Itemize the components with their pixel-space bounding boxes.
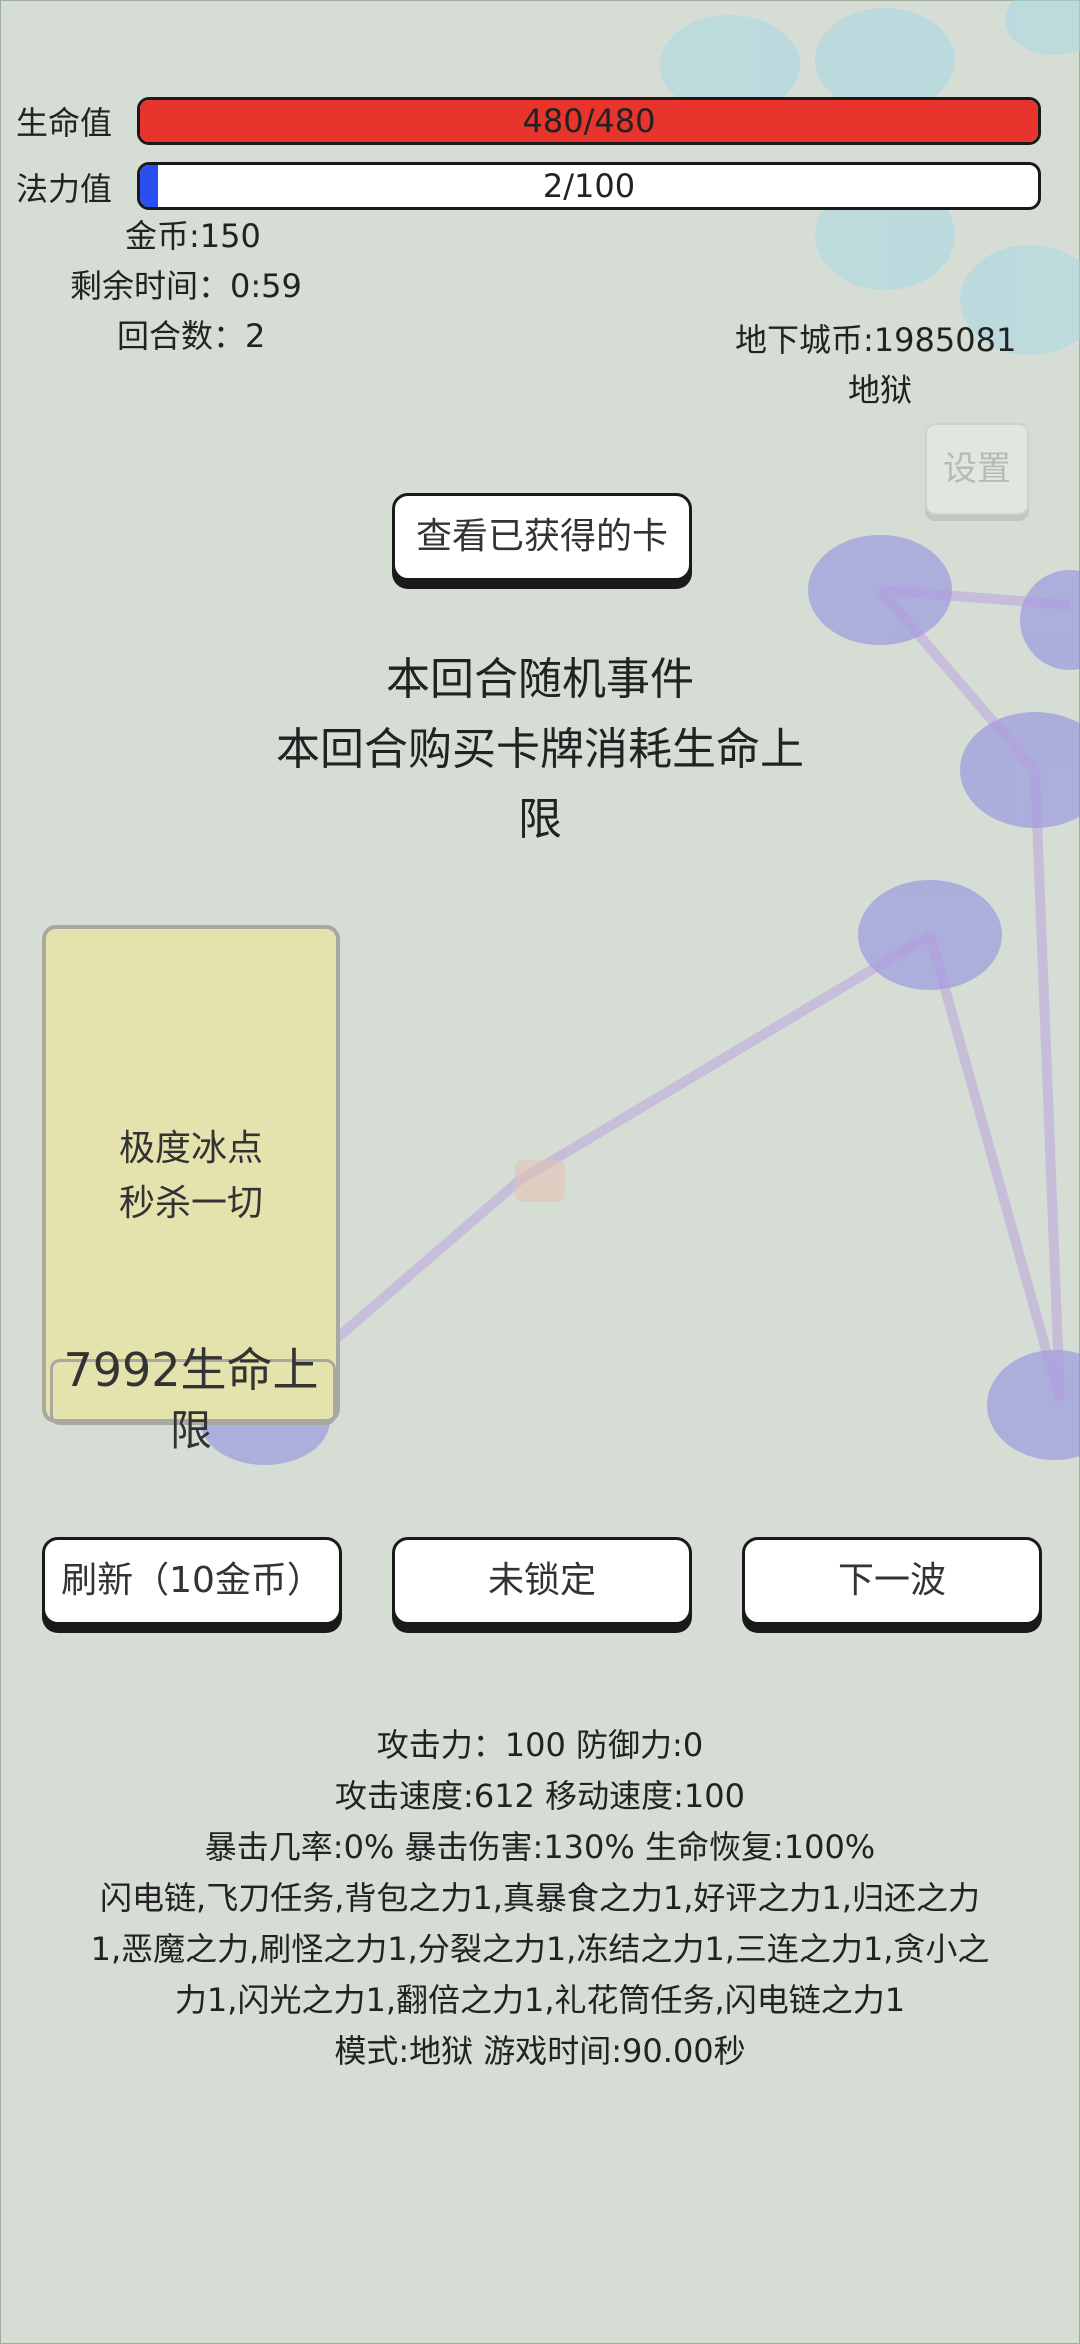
card-cost-line1: 7992生命上 <box>63 1343 319 1397</box>
mp-value: 2/100 <box>542 167 636 205</box>
settings-button[interactable]: 设置 <box>925 423 1029 515</box>
next-wave-button[interactable]: 下一波 <box>742 1537 1042 1625</box>
skills-line1: 闪电链,飞刀任务,背包之力1,真暴食之力1,好评之力1,归还之力 <box>100 1879 980 1917</box>
background-hero <box>515 1160 565 1202</box>
shop-card[interactable]: 极度冰点 秒杀一切 7992生命上 限 <box>42 925 340 1455</box>
refresh-button[interactable]: 刷新（10金币） <box>42 1537 342 1625</box>
hp-label: 生命值 <box>16 104 113 142</box>
skills-line3: 力1,闪光之力1,翻倍之力1,礼花筒任务,闪电链之力1 <box>174 1981 906 2019</box>
stats-crit: 暴击几率:0% 暴击伤害:130% 生命恢复:100% <box>204 1828 876 1866</box>
random-event-text-line1: 本回合购买卡牌消耗生命上 <box>276 724 804 775</box>
mp-label: 法力值 <box>16 170 113 208</box>
hp-value: 480/480 <box>522 102 656 140</box>
round-count: 回合数：2 <box>117 317 266 355</box>
gold-count: 金币:150 <box>125 217 261 255</box>
view-cards-button[interactable]: 查看已获得的卡 <box>392 493 692 581</box>
stats-attack-defense: 攻击力：100 防御力:0 <box>376 1726 704 1764</box>
lock-button[interactable]: 未锁定 <box>392 1537 692 1625</box>
card-cost-line2: 限 <box>169 1406 212 1455</box>
difficulty-label: 地狱 <box>848 371 913 409</box>
mp-bar: 2/100 <box>137 162 1041 210</box>
stats-speed: 攻击速度:612 移动速度:100 <box>335 1777 745 1815</box>
time-left: 剩余时间：0:59 <box>70 267 302 305</box>
card-description: 秒杀一切 <box>118 1183 263 1224</box>
skills-line2: 1,恶魔之力,刷怪之力1,分裂之力1,冻结之力1,三连之力1,贪小之 <box>90 1930 990 1968</box>
dungeon-coins: 地下城币:1985081 <box>735 321 1017 359</box>
card-name: 极度冰点 <box>118 1128 263 1169</box>
hp-bar: 480/480 <box>137 97 1041 145</box>
mode-and-time: 模式:地狱 游戏时间:90.00秒 <box>334 2032 746 2070</box>
random-event-title: 本回合随机事件 <box>386 654 694 705</box>
random-event-text-line2: 限 <box>518 794 562 845</box>
